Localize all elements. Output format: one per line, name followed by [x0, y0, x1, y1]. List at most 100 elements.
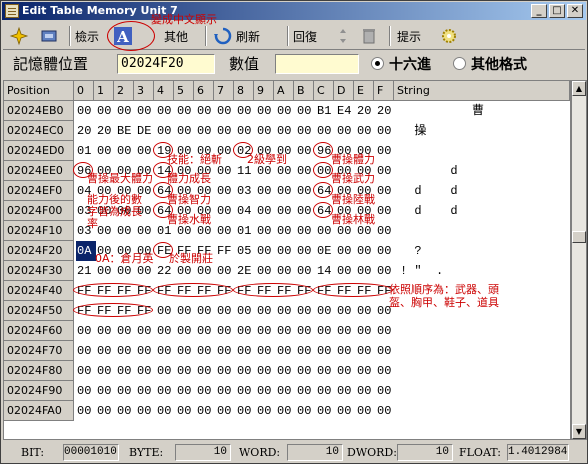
- byte-cell[interactable]: 00: [376, 381, 396, 401]
- byte-cell[interactable]: 00: [376, 361, 396, 381]
- byte-cell[interactable]: 0A: [76, 241, 96, 261]
- byte-cell[interactable]: 00: [296, 321, 316, 341]
- byte-cell[interactable]: 00: [236, 121, 256, 141]
- table-row[interactable]: 02024F30 21 00 00 00 22 00 00 00 2E 00 00 00 14 00 00 00…: [4, 261, 570, 281]
- byte-cell[interactable]: 00: [196, 101, 216, 121]
- byte-cell[interactable]: 00: [236, 381, 256, 401]
- byte-cell[interactable]: 00: [216, 181, 236, 201]
- column-header[interactable]: D: [334, 81, 354, 101]
- row-address[interactable]: 02024EE0: [4, 161, 74, 181]
- byte-cell[interactable]: 00: [356, 241, 376, 261]
- column-header-string[interactable]: String: [394, 81, 570, 101]
- vertical-scrollbar[interactable]: ▲ ▼: [571, 80, 587, 440]
- byte-cell[interactable]: 00: [296, 301, 316, 321]
- byte-cell[interactable]: E4: [336, 101, 356, 121]
- byte-cell[interactable]: 00: [76, 101, 96, 121]
- byte-cell[interactable]: 00: [216, 221, 236, 241]
- byte-cell[interactable]: 00: [156, 401, 176, 421]
- byte-cell[interactable]: 00: [316, 381, 336, 401]
- byte-cell[interactable]: 00: [296, 101, 316, 121]
- byte-cell[interactable]: 00: [296, 341, 316, 361]
- address-input[interactable]: 02024F20: [117, 54, 215, 74]
- other-format-radio[interactable]: [453, 57, 466, 70]
- view-button[interactable]: 檢示: [75, 24, 99, 48]
- byte-cell[interactable]: 00: [196, 121, 216, 141]
- byte-cell[interactable]: 00: [116, 381, 136, 401]
- byte-cell[interactable]: 20: [376, 101, 396, 121]
- row-address[interactable]: 02024FA0: [4, 401, 74, 421]
- byte-cell[interactable]: 00: [116, 101, 136, 121]
- table-row[interactable]: 02024F80 00 00 00 00 00 00 00 00 00 00 00 00 00 00 00 00: [4, 361, 570, 381]
- byte-cell[interactable]: 00: [336, 301, 356, 321]
- scroll-thumb[interactable]: [572, 231, 586, 243]
- byte-cell[interactable]: 00: [136, 341, 156, 361]
- table-row[interactable]: 02024EC0 20 20 BE DE 00 00 00 00 00 00 00 00 00 00 00 00…: [4, 121, 570, 141]
- byte-cell[interactable]: 20: [356, 101, 376, 121]
- byte-cell[interactable]: 00: [176, 381, 196, 401]
- column-header[interactable]: F: [374, 81, 394, 101]
- byte-cell[interactable]: 00: [236, 321, 256, 341]
- byte-cell[interactable]: 00: [316, 341, 336, 361]
- byte-cell[interactable]: 00: [236, 341, 256, 361]
- byte-cell[interactable]: 00: [216, 201, 236, 221]
- byte-cell[interactable]: 00: [316, 401, 336, 421]
- byte-cell[interactable]: 00: [256, 121, 276, 141]
- byte-cell[interactable]: 00: [216, 261, 236, 281]
- byte-cell[interactable]: 00: [76, 381, 96, 401]
- byte-cell[interactable]: 00: [216, 361, 236, 381]
- byte-cell[interactable]: 00: [196, 361, 216, 381]
- byte-cell[interactable]: 00: [136, 401, 156, 421]
- byte-cell[interactable]: 00: [156, 341, 176, 361]
- byte-cell[interactable]: 00: [276, 101, 296, 121]
- column-header[interactable]: A: [274, 81, 294, 101]
- byte-cell[interactable]: 00: [276, 401, 296, 421]
- byte-cell[interactable]: FF: [216, 241, 236, 261]
- byte-cell[interactable]: 00: [256, 361, 276, 381]
- column-header-position[interactable]: Position: [4, 81, 74, 101]
- byte-cell[interactable]: 00: [276, 341, 296, 361]
- byte-cell[interactable]: 00: [276, 301, 296, 321]
- byte-cell[interactable]: 00: [196, 381, 216, 401]
- byte-cell[interactable]: 00: [256, 221, 276, 241]
- byte-cell[interactable]: 00: [336, 121, 356, 141]
- maximize-button[interactable]: □: [549, 4, 565, 18]
- table-row[interactable]: 02024F90 00 00 00 00 00 00 00 00 00 00 00 00 00 00 00 00: [4, 381, 570, 401]
- row-address[interactable]: 02024F50: [4, 301, 74, 321]
- byte-cell[interactable]: 00: [216, 101, 236, 121]
- delete-button[interactable]: [359, 24, 379, 48]
- byte-cell[interactable]: 00: [296, 221, 316, 241]
- byte-cell[interactable]: 00: [96, 361, 116, 381]
- byte-cell[interactable]: 05: [236, 241, 256, 261]
- byte-cell[interactable]: 00: [176, 401, 196, 421]
- hex-radio[interactable]: [371, 57, 384, 70]
- byte-cell[interactable]: 00: [216, 401, 236, 421]
- byte-cell[interactable]: 00: [116, 341, 136, 361]
- byte-cell[interactable]: 00: [236, 361, 256, 381]
- byte-cell[interactable]: 00: [356, 401, 376, 421]
- table-row[interactable]: 02024ED0 01 00 00 00 19 00 00 00 02 00 00 00 96 00 00 00: [4, 141, 570, 161]
- byte-cell[interactable]: 00: [356, 381, 376, 401]
- refresh-button[interactable]: 刷新: [213, 24, 260, 48]
- byte-cell[interactable]: 00: [216, 321, 236, 341]
- table-row[interactable]: 02024FA0 00 00 00 00 00 00 00 00 00 00 00 00 00 00 00 00: [4, 401, 570, 421]
- byte-cell[interactable]: 00: [376, 121, 396, 141]
- byte-cell[interactable]: 00: [336, 241, 356, 261]
- byte-cell[interactable]: 00: [256, 321, 276, 341]
- row-address[interactable]: 02024EC0: [4, 121, 74, 141]
- byte-cell[interactable]: 00: [196, 401, 216, 421]
- value-input[interactable]: [275, 54, 359, 74]
- byte-cell[interactable]: 00: [156, 101, 176, 121]
- byte-cell[interactable]: 00: [316, 321, 336, 341]
- byte-cell[interactable]: 00: [356, 301, 376, 321]
- byte-cell[interactable]: 00: [356, 361, 376, 381]
- byte-cell[interactable]: 00: [276, 261, 296, 281]
- byte-cell[interactable]: 00: [376, 141, 396, 161]
- byte-cell[interactable]: 00: [296, 121, 316, 141]
- byte-cell[interactable]: 00: [116, 401, 136, 421]
- byte-cell[interactable]: 00: [316, 301, 336, 321]
- byte-cell[interactable]: 00: [336, 401, 356, 421]
- byte-cell[interactable]: 21: [76, 261, 96, 281]
- byte-cell[interactable]: 00: [336, 381, 356, 401]
- byte-cell[interactable]: 00: [316, 121, 336, 141]
- scroll-up-button[interactable]: ▲: [572, 81, 586, 96]
